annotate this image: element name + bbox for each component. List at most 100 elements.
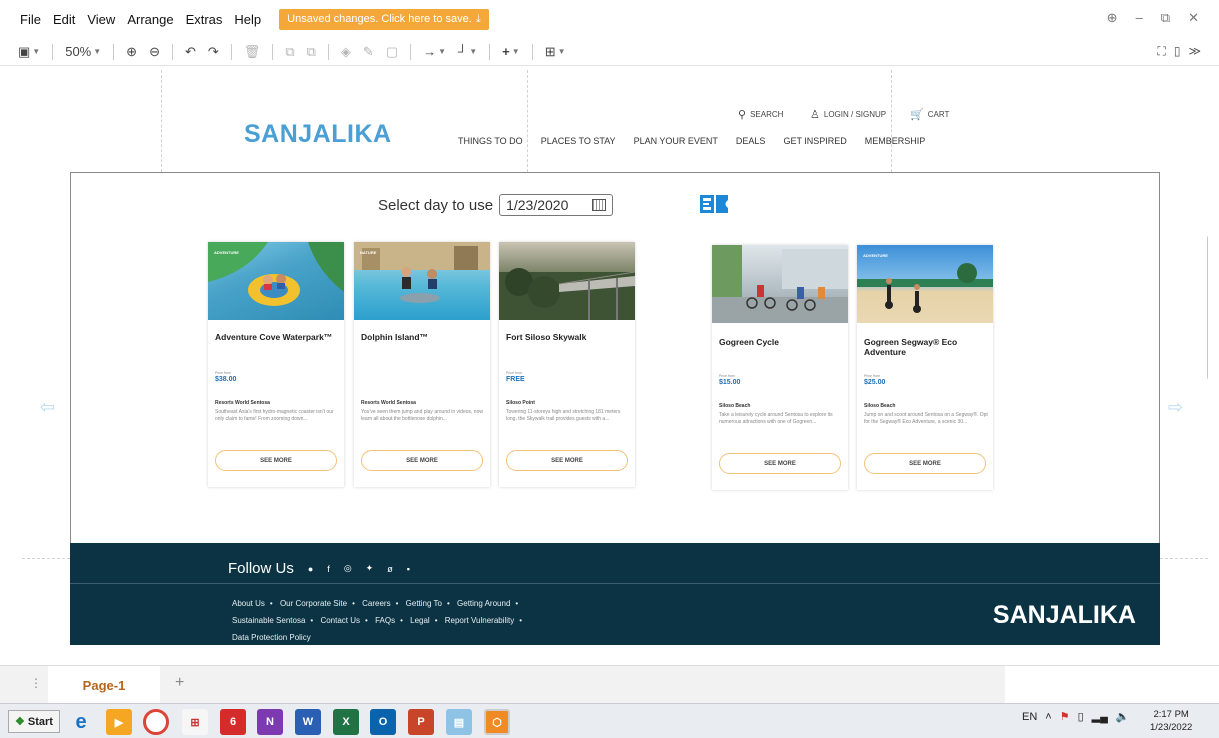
volume-icon[interactable]: 🔈: [1116, 710, 1130, 723]
add-page-icon[interactable]: +: [175, 674, 184, 692]
line-color-icon[interactable]: ✎: [363, 44, 374, 60]
restore-icon[interactable]: ⧉: [1161, 10, 1170, 26]
footer-link[interactable]: Report Vulnerability: [445, 616, 515, 625]
card-location: Resorts World Sentosa: [215, 400, 270, 406]
format-panel-button[interactable]: ▣ ▼: [18, 44, 40, 60]
fill-color-icon[interactable]: ◈: [341, 44, 351, 60]
redo-icon[interactable]: ↷: [208, 44, 219, 60]
attraction-card[interactable]: Fort Siloso Skywalk Price from FREE Silo…: [499, 242, 635, 487]
calendar-icon[interactable]: [592, 199, 607, 211]
youtube-icon[interactable]: ▪: [407, 564, 410, 574]
collapse-icon[interactable]: ≫: [1188, 44, 1201, 59]
footer-link[interactable]: About Us: [232, 599, 265, 608]
attraction-card[interactable]: ADVENTURE Adventure Cove Waterpark™ Pric…: [208, 242, 344, 487]
shadow-icon[interactable]: ▢: [386, 44, 398, 60]
twitter-icon[interactable]: ✦: [366, 563, 374, 574]
tab-page-1[interactable]: Page-1: [48, 666, 160, 704]
site-logo[interactable]: SANJALIKA: [244, 120, 392, 149]
footer-link[interactable]: Careers: [362, 599, 390, 608]
to-front-icon[interactable]: ⧉: [285, 44, 294, 60]
footer-link[interactable]: Getting Around: [457, 599, 510, 608]
chevron-down-icon: ▼: [93, 47, 102, 56]
connection-arrow-icon[interactable]: → ▼: [423, 44, 446, 59]
chrome-icon[interactable]: [143, 709, 169, 735]
minimize-icon[interactable]: –: [1136, 10, 1143, 26]
attraction-card[interactable]: NATURE Dolphin Island™ Resorts World Sen…: [354, 242, 490, 487]
language-indicator[interactable]: EN: [1022, 711, 1037, 723]
diagram-canvas[interactable]: SANJALIKA ⚲ SEARCH ♙ LOGIN / SIGNUP 🛒 CA…: [22, 70, 1208, 645]
start-button[interactable]: ❖ Start: [8, 710, 60, 733]
waypoints-icon[interactable]: ┘ ▼: [458, 44, 477, 59]
globe-icon[interactable]: ⊕: [1107, 10, 1118, 26]
excel-icon[interactable]: X: [333, 709, 359, 735]
drawio-icon[interactable]: ⬡: [484, 709, 510, 735]
wechat-icon[interactable]: ●: [308, 564, 313, 574]
menu-edit[interactable]: Edit: [53, 12, 75, 27]
footer-link[interactable]: Sustainable Sentosa: [232, 616, 305, 625]
see-more-button[interactable]: SEE MORE: [215, 450, 337, 471]
outlook-icon[interactable]: O: [370, 709, 396, 735]
search-link[interactable]: ⚲ SEARCH: [738, 108, 783, 121]
footer-link[interactable]: Data Protection Policy: [232, 633, 311, 642]
device-icon[interactable]: ▯: [1078, 710, 1084, 723]
nav-deals[interactable]: DEALS: [736, 136, 766, 146]
footer-link[interactable]: Legal: [410, 616, 430, 625]
facebook-icon[interactable]: f: [327, 564, 330, 574]
more-pages-icon[interactable]: ⋮: [30, 676, 42, 690]
insert-icon[interactable]: + ▼: [502, 44, 520, 59]
onenote-icon[interactable]: N: [257, 709, 283, 735]
see-more-button[interactable]: SEE MORE: [361, 450, 483, 471]
opera-icon[interactable]: 6: [220, 709, 246, 735]
zoom-in-icon[interactable]: ⊕: [126, 44, 137, 60]
security-icon[interactable]: ⚑: [1060, 710, 1070, 723]
nav-plan-your-event[interactable]: PLAN YOUR EVENT: [634, 136, 718, 146]
nav-get-inspired[interactable]: GET INSPIRED: [783, 136, 846, 146]
nav-places-to-stay[interactable]: PLACES TO STAY: [541, 136, 616, 146]
menu-view[interactable]: View: [87, 12, 115, 27]
weibo-icon[interactable]: ø: [387, 564, 393, 574]
date-input[interactable]: 1/23/2020: [499, 194, 614, 216]
instagram-icon[interactable]: ◎: [344, 563, 352, 574]
vertical-scrollbar[interactable]: [1207, 235, 1208, 380]
arrow-left-icon[interactable]: ⇦: [40, 397, 55, 418]
see-more-button[interactable]: SEE MORE: [506, 450, 628, 471]
word-icon[interactable]: W: [295, 709, 321, 735]
file-explorer-icon[interactable]: ▤: [446, 709, 472, 735]
nav-things-to-do[interactable]: THINGS TO DO: [458, 136, 523, 146]
menu-arrange[interactable]: Arrange: [127, 12, 173, 27]
arrow-right-icon[interactable]: ⇨: [1168, 397, 1183, 418]
footer-link[interactable]: Contact Us: [320, 616, 360, 625]
format-panel-icon[interactable]: ▯: [1174, 44, 1181, 59]
internet-explorer-icon[interactable]: e: [68, 709, 94, 735]
see-more-button[interactable]: SEE MORE: [719, 453, 841, 474]
footer-link[interactable]: Our Corporate Site: [280, 599, 347, 608]
zoom-out-icon[interactable]: ⊖: [149, 44, 160, 60]
media-player-icon[interactable]: ▶: [106, 709, 132, 735]
card-title: Fort Siloso Skywalk: [506, 332, 587, 342]
nav-membership[interactable]: MEMBERSHIP: [865, 136, 926, 146]
menu-help[interactable]: Help: [234, 12, 261, 27]
attraction-card[interactable]: Gogreen Cycle Price from $15.00 Siloso B…: [712, 245, 848, 490]
system-tray: EN ˄ ⚑ ▯ ▂▄ 🔈: [1022, 710, 1130, 724]
chevron-up-icon[interactable]: ˄: [1045, 711, 1051, 723]
login-link[interactable]: ♙ LOGIN / SIGNUP: [810, 108, 886, 121]
app-icon[interactable]: ⊞: [182, 709, 208, 735]
unsaved-changes-button[interactable]: Unsaved changes. Click here to save. ⤓: [279, 8, 489, 30]
menu-file[interactable]: File: [20, 12, 41, 27]
to-back-icon[interactable]: ⧉: [307, 44, 316, 60]
undo-icon[interactable]: ↶: [185, 44, 196, 60]
see-more-button[interactable]: SEE MORE: [864, 453, 986, 474]
powerpoint-icon[interactable]: P: [408, 709, 434, 735]
footer-link[interactable]: FAQs: [375, 616, 395, 625]
fullscreen-icon[interactable]: ⛶: [1157, 44, 1165, 59]
cart-link[interactable]: 🛒 CART: [910, 108, 949, 121]
table-icon[interactable]: ⊞ ▼: [545, 44, 566, 60]
attraction-card[interactable]: ADVENTURE Gogreen Segway® Eco Adventure …: [857, 245, 993, 490]
zoom-select[interactable]: 50% ▼: [65, 44, 101, 59]
menu-extras[interactable]: Extras: [186, 12, 223, 27]
footer-link[interactable]: Getting To: [406, 599, 442, 608]
network-icon[interactable]: ▂▄: [1092, 710, 1108, 723]
clock[interactable]: 2:17 PM 1/23/2022: [1150, 708, 1192, 734]
delete-icon[interactable]: 🗑: [244, 44, 261, 60]
close-icon[interactable]: ✕: [1188, 10, 1199, 26]
